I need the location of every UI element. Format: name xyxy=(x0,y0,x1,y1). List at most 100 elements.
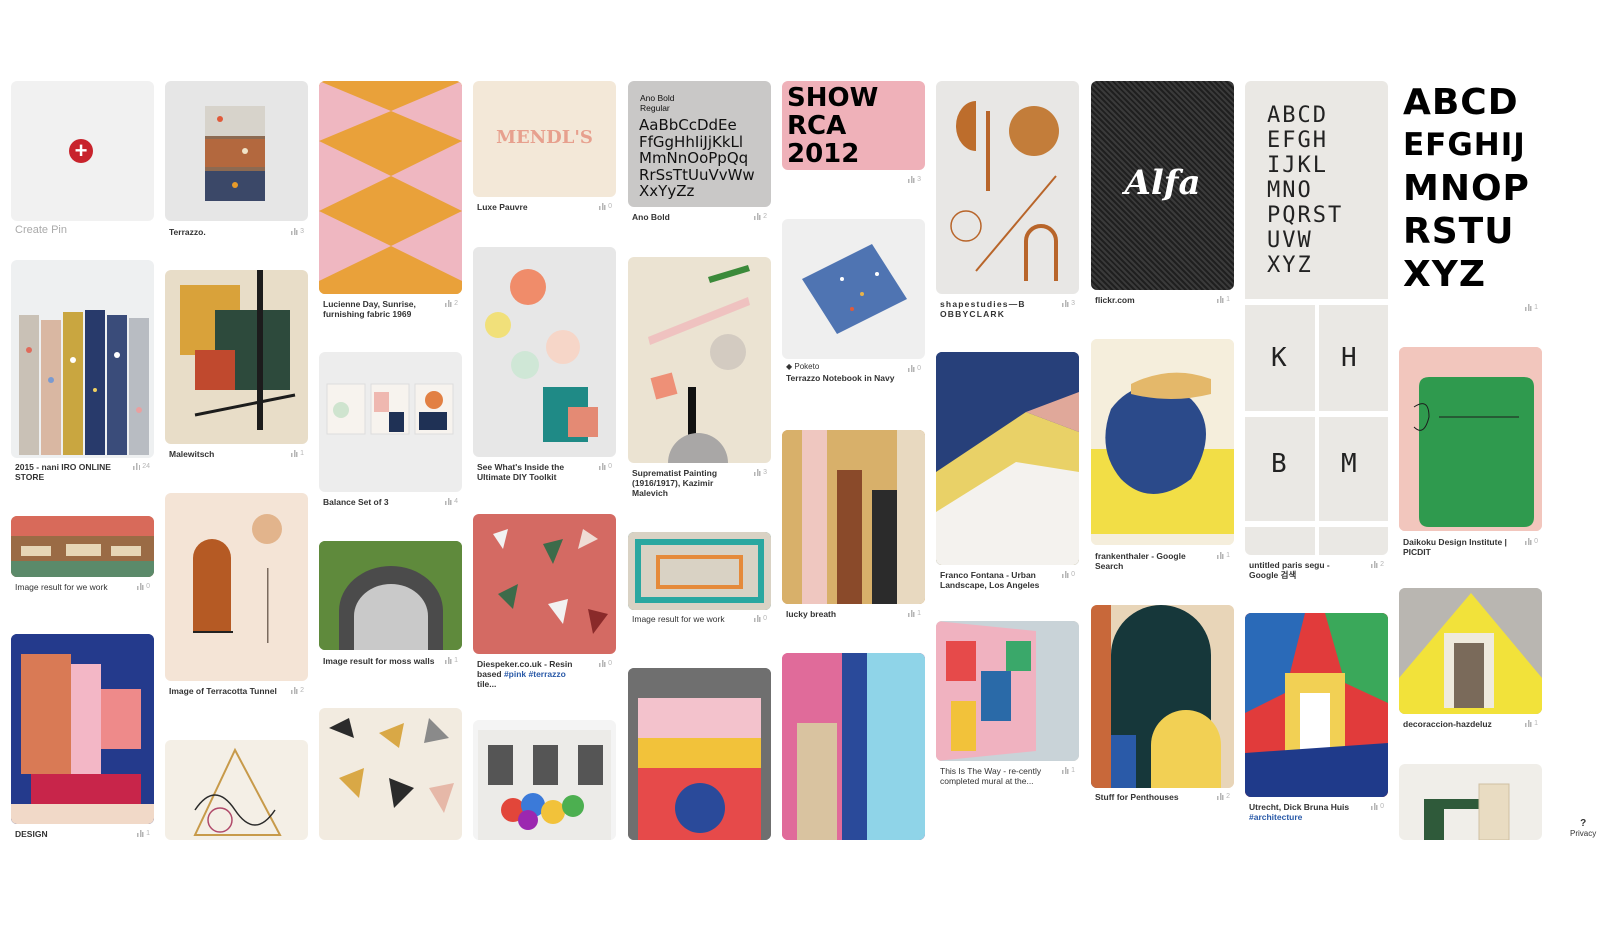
pin-title: Utrecht, Dick Bruna Huis #architecture xyxy=(1249,802,1350,822)
sunrise-fabric-image xyxy=(319,81,462,294)
hashtag-link[interactable]: #terrazzo xyxy=(529,669,566,679)
repin-count: 1 xyxy=(908,610,921,617)
create-pin-tile[interactable]: + xyxy=(11,81,154,221)
letter-m-image: M xyxy=(1341,449,1357,479)
stats-icon xyxy=(754,213,762,220)
font-specimen: AaBbCcDdEe FfGgHhIiJjKkLl MmNnOoPpQq RrSsTt… xyxy=(639,116,755,200)
pin-image[interactable] xyxy=(165,493,308,681)
pin-image[interactable] xyxy=(628,257,771,463)
terrazzo-blocks-image xyxy=(205,106,265,201)
hashtag-link[interactable]: #pink xyxy=(504,669,526,679)
repin-count: 0 xyxy=(599,463,612,470)
stats-icon xyxy=(445,300,453,307)
pin-image[interactable] xyxy=(628,532,771,610)
letter-k-image: K xyxy=(1271,343,1287,373)
pin-image[interactable] xyxy=(782,430,925,604)
daikoku-poster-image xyxy=(1399,347,1542,531)
pin-image[interactable] xyxy=(319,81,462,294)
privacy-link[interactable]: ? Privacy xyxy=(1570,818,1596,838)
pin-image[interactable]: Ano Bold Regular AaBbCcDdEe FfGgHhIiJjKkLl… xyxy=(628,81,771,207)
pin-image[interactable] xyxy=(165,270,308,444)
restaurant-interior-image xyxy=(11,516,154,577)
pin-image[interactable]: Alfa xyxy=(1091,81,1234,290)
paint-pots-image xyxy=(485,269,598,442)
letter-h-image: H xyxy=(1341,343,1357,373)
pin-image[interactable] xyxy=(319,708,462,840)
stats-icon xyxy=(1525,720,1533,727)
pin-title: Terrazzo Notebook in Navy xyxy=(786,373,895,383)
pin-image[interactable] xyxy=(11,260,154,458)
privacy-label[interactable]: Privacy xyxy=(1570,829,1596,838)
pin-title: Lucienne Day, Sunrise, furnishing fabric… xyxy=(323,299,416,319)
furniture-image xyxy=(1424,783,1510,840)
repin-count: 0 xyxy=(754,615,767,622)
repin-count: 1 xyxy=(1525,720,1538,727)
pin-title: Image result for we work xyxy=(15,582,108,592)
stats-icon xyxy=(1525,304,1533,311)
pin-title: Stuff for Penthouses xyxy=(1095,792,1179,802)
stats-icon xyxy=(1525,538,1533,545)
stencil-alphabet-text: ABCD EFGHIJ MNOP RSTU XYZ xyxy=(1403,82,1530,295)
pin-image[interactable] xyxy=(473,514,616,654)
pin-image[interactable] xyxy=(165,740,308,840)
pin-image[interactable] xyxy=(936,81,1079,294)
stats-icon xyxy=(754,615,762,622)
repin-count: 2 xyxy=(1371,561,1384,568)
help-icon[interactable]: ? xyxy=(1570,818,1596,829)
stats-icon xyxy=(1062,767,1070,774)
suprematist-composition-image xyxy=(648,265,750,463)
repin-count: 1 xyxy=(1217,296,1230,303)
repin-count: 24 xyxy=(133,463,150,470)
add-icon[interactable]: + xyxy=(69,139,93,163)
pin-image[interactable] xyxy=(936,352,1079,565)
pin-title: Image of Terracotta Tunnel xyxy=(169,686,277,696)
stats-icon xyxy=(1217,793,1225,800)
stats-icon xyxy=(137,830,145,837)
colorful-walls-image xyxy=(782,653,925,840)
mendls-logo: MENDL'S xyxy=(496,127,593,148)
stats-icon xyxy=(1217,552,1225,559)
pin-image[interactable]: ABCD EFGH IJKL MNO PQRST UVW XYZ K H B M xyxy=(1245,81,1388,555)
pin-image[interactable] xyxy=(782,653,925,840)
pin-image[interactable] xyxy=(1399,764,1542,840)
stats-icon xyxy=(908,610,916,617)
pin-image[interactable] xyxy=(319,541,462,650)
pin-source[interactable]: ◆ Poketo xyxy=(786,362,819,371)
pin-title: Franco Fontana - Urban Landscape, Los An… xyxy=(940,570,1040,590)
pin-image[interactable] xyxy=(628,668,771,840)
pin-image[interactable] xyxy=(936,621,1079,761)
mural-image xyxy=(936,621,1079,761)
pin-image[interactable] xyxy=(1091,339,1234,545)
pin-title: shapestudies—B OBBYCLARK xyxy=(940,299,1026,319)
pin-title: 2015 - nani IRO ONLINE STORE xyxy=(15,462,111,482)
dick-bruna-house-image xyxy=(1245,613,1388,797)
stats-icon xyxy=(599,660,607,667)
pin-image[interactable]: MENDL'S xyxy=(473,81,616,197)
pin-title: Image result for moss walls xyxy=(323,656,435,666)
pin-image[interactable] xyxy=(1399,588,1542,714)
pin-image[interactable] xyxy=(473,720,616,840)
pin-image[interactable] xyxy=(165,81,308,221)
stats-icon xyxy=(754,469,762,476)
repin-count: 0 xyxy=(1525,538,1538,545)
pin-image[interactable] xyxy=(473,247,616,457)
letter-b-image: B xyxy=(1271,449,1287,479)
pin-image[interactable] xyxy=(1245,613,1388,797)
pin-image[interactable] xyxy=(11,516,154,577)
pin-image[interactable] xyxy=(782,219,925,359)
stats-icon xyxy=(291,687,299,694)
show-rca-text: SHOW RCA 2012 xyxy=(787,83,879,169)
pin-image[interactable] xyxy=(1091,605,1234,788)
pin-image[interactable]: SHOW RCA 2012 xyxy=(782,81,925,170)
hashtag-link[interactable]: #architecture xyxy=(1249,812,1302,822)
pin-image[interactable] xyxy=(319,352,462,492)
pin-board: + Create Pin 2015 - nani IRO ONLINE STOR… xyxy=(0,0,1600,857)
pink-terrazzo-image xyxy=(493,529,608,634)
repin-count: 2 xyxy=(291,687,304,694)
pin-image[interactable] xyxy=(1399,347,1542,531)
pin-title: frankenthaler - Google Search xyxy=(1095,551,1186,571)
terrazzo-notebook-image xyxy=(802,244,907,334)
pin-image[interactable]: ABCD EFGHIJ MNOP RSTU XYZ xyxy=(1399,81,1542,297)
pin-image[interactable] xyxy=(11,634,154,824)
stats-icon xyxy=(291,228,299,235)
